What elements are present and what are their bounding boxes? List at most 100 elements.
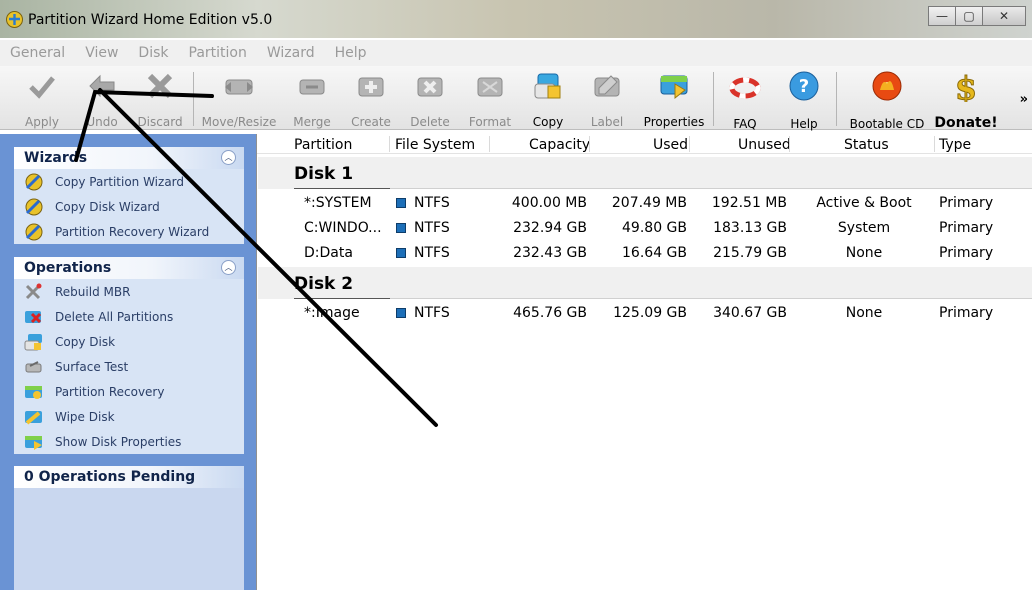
column-divider[interactable] [689, 136, 690, 152]
column-header-file-system[interactable]: File System [395, 137, 475, 153]
close-icon: ✕ [998, 9, 1010, 23]
partition-recovery-icon [25, 385, 42, 399]
operation-item-delete-all-partitions[interactable]: Delete All Partitions [14, 304, 244, 329]
column-header-capacity[interactable]: Capacity [529, 137, 590, 153]
minimize-icon: — [936, 9, 948, 23]
faq-button[interactable]: FAQ [724, 70, 766, 131]
capacity: 400.00 MB [511, 195, 587, 211]
menu-general[interactable]: General [10, 45, 65, 61]
collapse-chevron-icon[interactable]: ︿ [221, 260, 236, 275]
toolbar-separator [836, 72, 837, 126]
minimize-button[interactable]: — [928, 6, 956, 26]
menu-bar: General View Disk Partition Wizard Help [0, 40, 1032, 66]
help-button[interactable]: ? Help [783, 70, 825, 131]
operation-item-wipe-disk[interactable]: Wipe Disk [14, 404, 244, 429]
wizard-item-copy-partition[interactable]: Copy Partition Wizard [14, 169, 244, 194]
menu-partition[interactable]: Partition [189, 45, 247, 61]
disk-divider [390, 298, 1032, 299]
label-button[interactable]: Label [586, 70, 628, 129]
window-title: Partition Wizard Home Edition v5.0 [28, 12, 273, 28]
column-divider[interactable] [589, 136, 590, 152]
svg-text:?: ? [799, 76, 809, 97]
format-icon [477, 77, 503, 97]
partition-row[interactable]: D:Data NTFS 232.43 GB 16.64 GB 215.79 GB… [257, 241, 1032, 266]
create-icon [358, 77, 384, 97]
unused: 183.13 GB [713, 220, 787, 236]
collapse-chevron-icon[interactable]: ︿ [221, 150, 236, 165]
partition-name: C:WINDO... [304, 220, 382, 236]
partition-row[interactable]: *:Image NTFS 465.76 GB 125.09 GB 340.67 … [257, 301, 1032, 326]
type: Primary [939, 305, 994, 321]
column-header-used[interactable]: Used [653, 137, 688, 153]
column-divider[interactable] [789, 136, 790, 152]
operation-item-partition-recovery[interactable]: Partition Recovery [14, 379, 244, 404]
toolbar: Apply Undo Discard Move/Resize Merge Cre… [0, 66, 1032, 132]
column-divider[interactable] [934, 136, 935, 152]
donate-button[interactable]: $ Donate! [934, 69, 998, 132]
partition-name: *:Image [304, 305, 360, 321]
type: Primary [939, 195, 994, 211]
copy-disk-icon [24, 333, 42, 350]
used: 49.80 GB [622, 220, 687, 236]
disk-name: Disk 2 [294, 274, 354, 294]
file-system: NTFS [414, 220, 450, 236]
partition-row[interactable]: C:WINDO... NTFS 232.94 GB 49.80 GB 183.1… [257, 216, 1032, 241]
close-button[interactable]: ✕ [982, 6, 1026, 26]
column-header-partition[interactable]: Partition [294, 137, 352, 153]
operation-item-rebuild-mbr[interactable]: Rebuild MBR [14, 279, 244, 304]
partition-list: Partition File System Capacity Used Unus… [256, 134, 1032, 590]
move-resize-button[interactable]: Move/Resize [200, 70, 278, 129]
undo-button[interactable]: Undo [82, 70, 122, 129]
wizards-panel-title: Wizards [24, 150, 88, 166]
capacity: 465.76 GB [513, 305, 587, 321]
wizard-wand-icon [25, 173, 43, 190]
copy-button[interactable]: Copy [527, 70, 569, 129]
toolbar-overflow-chevron-icon[interactable]: » [1020, 92, 1028, 107]
wizards-panel-header[interactable]: Wizards ︿ [14, 147, 244, 169]
create-button[interactable]: Create [350, 70, 392, 129]
partition-row[interactable]: *:SYSTEM NTFS 400.00 MB 207.49 MB 192.51… [257, 191, 1032, 216]
column-header-status[interactable]: Status [844, 137, 889, 153]
operations-panel-header[interactable]: Operations ︿ [14, 257, 244, 279]
merge-button[interactable]: Merge [290, 70, 334, 129]
wizard-item-partition-recovery[interactable]: Partition Recovery Wizard [14, 219, 244, 244]
copy-icon [534, 73, 561, 99]
format-button[interactable]: Format [466, 70, 514, 129]
operation-item-copy-disk[interactable]: Copy Disk [14, 329, 244, 354]
menu-view[interactable]: View [85, 45, 118, 61]
apply-button[interactable]: Apply [22, 70, 62, 129]
used: 16.64 GB [622, 245, 687, 261]
partition-name: *:SYSTEM [304, 195, 372, 211]
app-logo-icon [6, 11, 23, 28]
status: None [845, 305, 883, 321]
disk-name: Disk 1 [294, 164, 354, 184]
menu-help[interactable]: Help [335, 45, 367, 61]
column-header-unused[interactable]: Unused [738, 137, 791, 153]
operation-item-surface-test[interactable]: Surface Test [14, 354, 244, 379]
disk-header[interactable]: Disk 2 [258, 267, 1032, 299]
wizard-item-copy-disk[interactable]: Copy Disk Wizard [14, 194, 244, 219]
wipe-disk-icon [25, 410, 42, 425]
surface-test-icon [25, 360, 42, 372]
column-header-type[interactable]: Type [939, 137, 971, 153]
operation-item-show-disk-properties[interactable]: Show Disk Properties [14, 429, 244, 454]
column-divider[interactable] [389, 136, 390, 152]
bootable-cd-button[interactable]: Bootable CD [848, 70, 926, 131]
undo-arrow-icon [89, 74, 115, 98]
menu-disk[interactable]: Disk [138, 45, 168, 61]
column-divider[interactable] [489, 136, 490, 152]
status: System [837, 220, 891, 236]
menu-wizard[interactable]: Wizard [267, 45, 315, 61]
maximize-button[interactable]: ▢ [955, 6, 983, 26]
properties-icon [660, 75, 688, 100]
used: 125.09 GB [613, 305, 687, 321]
title-bar: Partition Wizard Home Edition v5.0 — ▢ ✕ [0, 0, 1032, 38]
column-headers: Partition File System Capacity Used Unus… [257, 134, 1032, 154]
status: Active & Boot [816, 195, 912, 211]
file-system: NTFS [414, 195, 450, 211]
sidebar: Wizards ︿ Copy Partition Wizard Copy Dis… [0, 134, 256, 590]
properties-button[interactable]: Properties [642, 70, 706, 129]
discard-button[interactable]: Discard [137, 70, 183, 129]
disk-header[interactable]: Disk 1 [258, 157, 1032, 189]
delete-button[interactable]: Delete [409, 70, 451, 129]
